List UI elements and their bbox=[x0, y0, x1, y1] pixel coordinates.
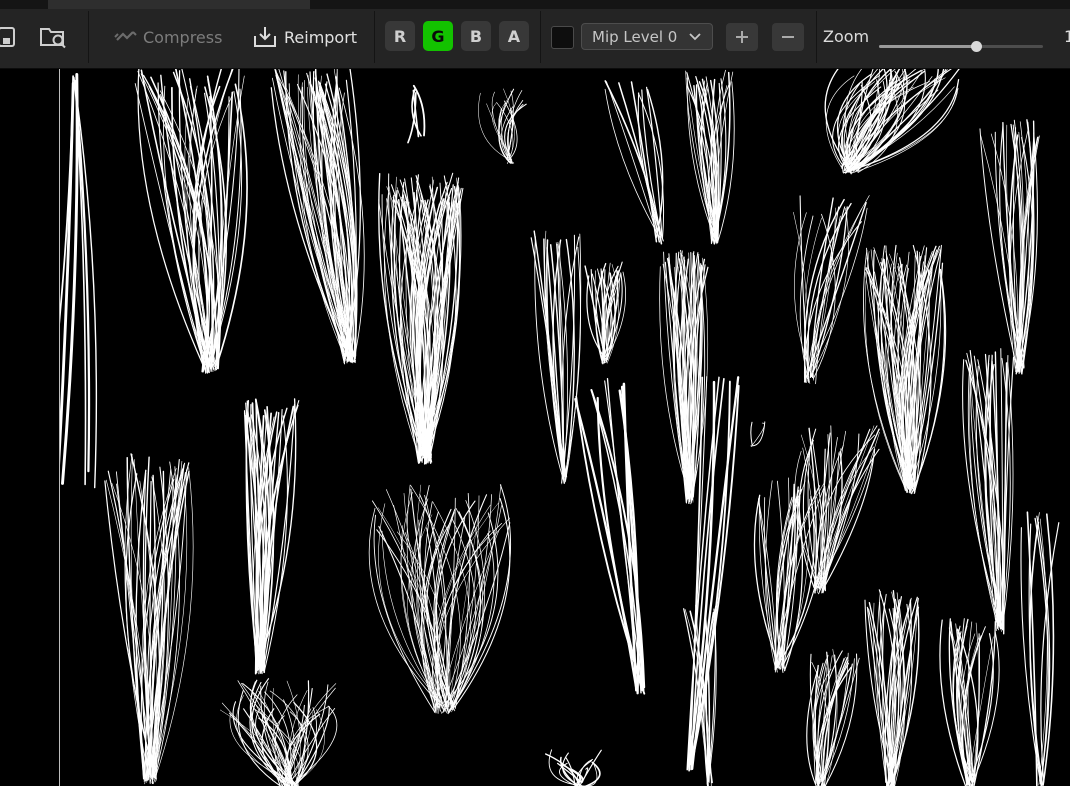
grass-tuft bbox=[407, 84, 426, 144]
compress-button[interactable]: Compress bbox=[113, 21, 222, 53]
grass-blade bbox=[285, 707, 336, 786]
grass-tuft bbox=[368, 484, 511, 715]
grass-blade bbox=[758, 498, 779, 667]
zoom-value: 1 bbox=[1064, 27, 1070, 46]
grass-blade bbox=[815, 656, 848, 785]
grass-tuft bbox=[806, 648, 860, 786]
grass-tuft bbox=[604, 80, 665, 245]
grass-tuft bbox=[979, 119, 1040, 375]
texture-viewport[interactable] bbox=[0, 69, 1070, 786]
grass-blade bbox=[979, 128, 1019, 372]
zoom-slider-fill bbox=[879, 45, 976, 48]
reimport-icon bbox=[254, 27, 276, 47]
grass-tuft bbox=[530, 230, 582, 485]
grass-tuft bbox=[60, 73, 98, 489]
grass-blade bbox=[815, 215, 841, 385]
grass-tuft bbox=[545, 749, 602, 786]
grass-blade bbox=[581, 763, 598, 786]
grass-blade bbox=[1026, 511, 1038, 786]
mip-increase-button[interactable] bbox=[726, 23, 758, 51]
grass-tuft bbox=[104, 453, 194, 785]
grass-tuft bbox=[378, 172, 464, 465]
grass-blade bbox=[581, 767, 589, 783]
grass-tuft bbox=[243, 398, 300, 675]
grass-tuft bbox=[962, 348, 1015, 635]
minus-icon bbox=[782, 36, 794, 38]
grass-tuft bbox=[794, 425, 880, 595]
save-icon[interactable] bbox=[0, 21, 22, 53]
grass-blade bbox=[565, 233, 582, 481]
grass-alpha-texture bbox=[60, 69, 1060, 786]
grass-tuft bbox=[574, 378, 646, 695]
editor-tab[interactable] bbox=[48, 0, 310, 9]
mip-level-value: Mip Level 0 bbox=[592, 27, 678, 46]
zoom-label: Zoom bbox=[823, 27, 870, 46]
grass-blade bbox=[1020, 527, 1042, 786]
grass-blade bbox=[750, 421, 753, 446]
grass-blade bbox=[250, 689, 285, 786]
grass-blade bbox=[810, 207, 849, 378]
grass-tuft bbox=[793, 195, 870, 385]
grass-tuft bbox=[939, 618, 1000, 786]
channel-a-toggle[interactable]: A bbox=[499, 21, 529, 51]
toolbar-divider bbox=[374, 11, 375, 63]
grass-blade bbox=[373, 514, 436, 713]
compress-icon bbox=[114, 31, 137, 41]
mip-decrease-button[interactable] bbox=[772, 23, 804, 51]
channel-b-toggle[interactable]: B bbox=[461, 21, 491, 51]
grass-tuft bbox=[685, 69, 735, 245]
toolbar-divider bbox=[816, 11, 817, 63]
grass-tuft bbox=[864, 589, 920, 786]
reimport-button[interactable]: Reimport bbox=[252, 21, 357, 53]
browse-folder-icon[interactable] bbox=[38, 21, 68, 53]
grass-tuft bbox=[824, 69, 960, 175]
grass-blade bbox=[61, 73, 79, 485]
toolbar-divider bbox=[540, 11, 541, 63]
grass-blade bbox=[604, 88, 661, 239]
toolbar: Compress Reimport R G B A Mip Level 0 Zo… bbox=[0, 9, 1070, 69]
grass-blade bbox=[750, 421, 766, 447]
grass-tuft bbox=[750, 421, 766, 447]
window-tab-strip bbox=[0, 0, 1070, 9]
channel-r-toggle[interactable]: R bbox=[385, 21, 415, 51]
compress-label: Compress bbox=[143, 27, 223, 47]
grass-tuft bbox=[863, 244, 947, 495]
chevron-down-icon bbox=[689, 33, 701, 41]
toolbar-divider bbox=[88, 11, 89, 63]
grass-tuft bbox=[584, 261, 626, 365]
channel-g-toggle[interactable]: G bbox=[423, 21, 453, 51]
plus-icon bbox=[736, 31, 748, 43]
mip-level-dropdown[interactable]: Mip Level 0 bbox=[581, 23, 713, 50]
background-color-swatch[interactable] bbox=[551, 26, 574, 49]
grass-tuft bbox=[134, 69, 248, 374]
grass-tuft bbox=[219, 678, 338, 786]
grass-tuft bbox=[270, 69, 365, 365]
grass-tuft bbox=[478, 88, 527, 164]
grass-tuft bbox=[1020, 511, 1060, 786]
reimport-label: Reimport bbox=[284, 27, 358, 47]
zoom-slider[interactable] bbox=[879, 41, 1043, 52]
zoom-slider-thumb[interactable] bbox=[970, 41, 982, 52]
